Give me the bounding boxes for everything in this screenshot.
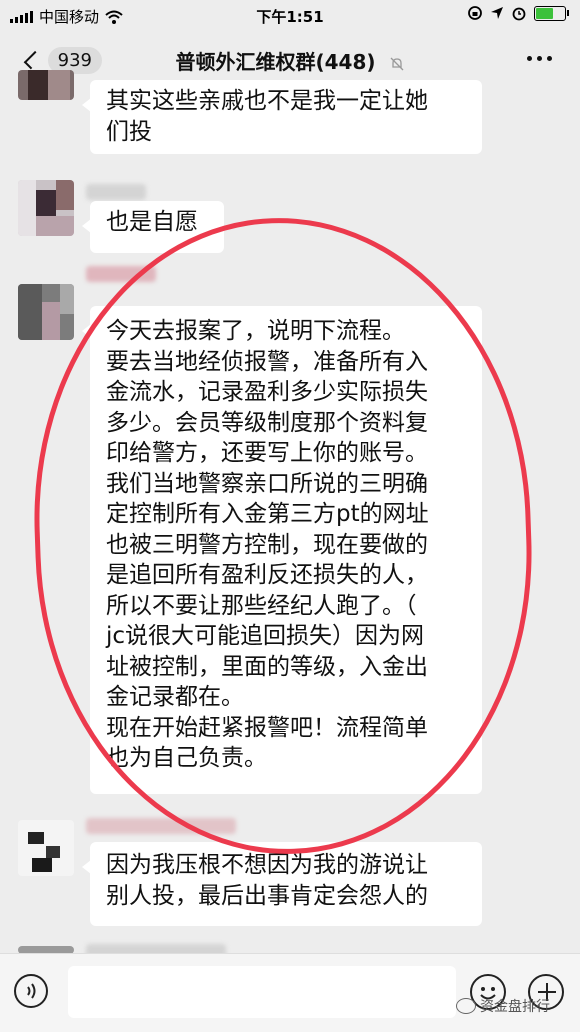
lock-rotation-icon bbox=[468, 6, 482, 20]
watermark: 资金盘排行 bbox=[456, 996, 550, 1016]
message-input[interactable] bbox=[68, 966, 456, 1018]
message-line: 们投 bbox=[106, 118, 152, 145]
message-line: 也是自愿 bbox=[106, 209, 198, 235]
message-line: 现在开始赶紧报警吧！流程简单 bbox=[106, 714, 428, 741]
message-line: 也被三明警方控制，现在要做的 bbox=[106, 531, 428, 558]
avatar[interactable] bbox=[18, 284, 74, 340]
avatar[interactable] bbox=[18, 70, 74, 100]
wechat-logo-icon bbox=[456, 998, 476, 1014]
battery-icon bbox=[534, 5, 569, 21]
message-line: 今天去报案了，说明下流程。 bbox=[106, 318, 405, 344]
message-line: 是追回所有盈利反还损失的人， bbox=[106, 562, 428, 588]
message-line: 也为自己负责。 bbox=[106, 745, 267, 771]
location-icon bbox=[491, 7, 503, 19]
message-line: 多少。会员等级制度那个资料复 bbox=[106, 409, 428, 436]
message-line: 金流水，记录盈利多少实际损失 bbox=[106, 379, 428, 405]
message-line: 因为我压根不想因为我的游说让 bbox=[106, 852, 428, 878]
avatar[interactable] bbox=[18, 180, 74, 236]
message-line: 我们当地警察亲口所说的三明确 bbox=[106, 470, 428, 497]
alarm-icon bbox=[512, 7, 526, 21]
message-line: 定控制所有入金第三方pt的网址 bbox=[106, 501, 429, 527]
avatar[interactable] bbox=[18, 820, 74, 876]
message-bubble: 其实这些亲戚也不是我一定让她 们投 bbox=[82, 80, 482, 154]
message-bubble: 因为我压根不想因为我的游说让 别人投，最后出事肯定会怨人的 bbox=[82, 842, 482, 926]
message-line: 要去当地经侦报警，准备所有入 bbox=[106, 348, 428, 375]
message-line: 其实这些亲戚也不是我一定让她 bbox=[106, 88, 428, 114]
message-bubble: 也是自愿 bbox=[82, 201, 224, 253]
sender-name bbox=[86, 818, 236, 834]
message-line: 址被控制，里面的等级，入金出 bbox=[106, 653, 428, 680]
message-line: 别人投，最后出事肯定会怨人的 bbox=[106, 882, 428, 909]
chat-title-text: 普顿外汇维权群(448) bbox=[175, 50, 376, 74]
message-line: 所以不要让那些经纪人跑了。（ bbox=[106, 592, 417, 619]
mute-bell-icon bbox=[390, 57, 403, 70]
status-bar: 中国移动 下午1:51 bbox=[0, 0, 580, 30]
message-line: jc说很大可能追回损失）因为网 bbox=[106, 623, 425, 649]
message-bubble: 今天去报案了，说明下流程。 要去当地经侦报警，准备所有入 金流水，记录盈利多少实… bbox=[82, 306, 482, 794]
message-line: 金记录都在。 bbox=[106, 684, 244, 710]
chat-title: 普顿外汇维权群(448) bbox=[0, 46, 580, 75]
sender-name bbox=[86, 266, 156, 282]
watermark-text: 资金盘排行 bbox=[480, 999, 550, 1015]
message-line: 印给警方，还要写上你的账号。 bbox=[106, 440, 428, 466]
sender-name bbox=[86, 184, 146, 200]
more-icon[interactable] bbox=[527, 56, 552, 61]
input-bar bbox=[0, 953, 580, 1032]
voice-icon[interactable] bbox=[14, 974, 48, 1008]
